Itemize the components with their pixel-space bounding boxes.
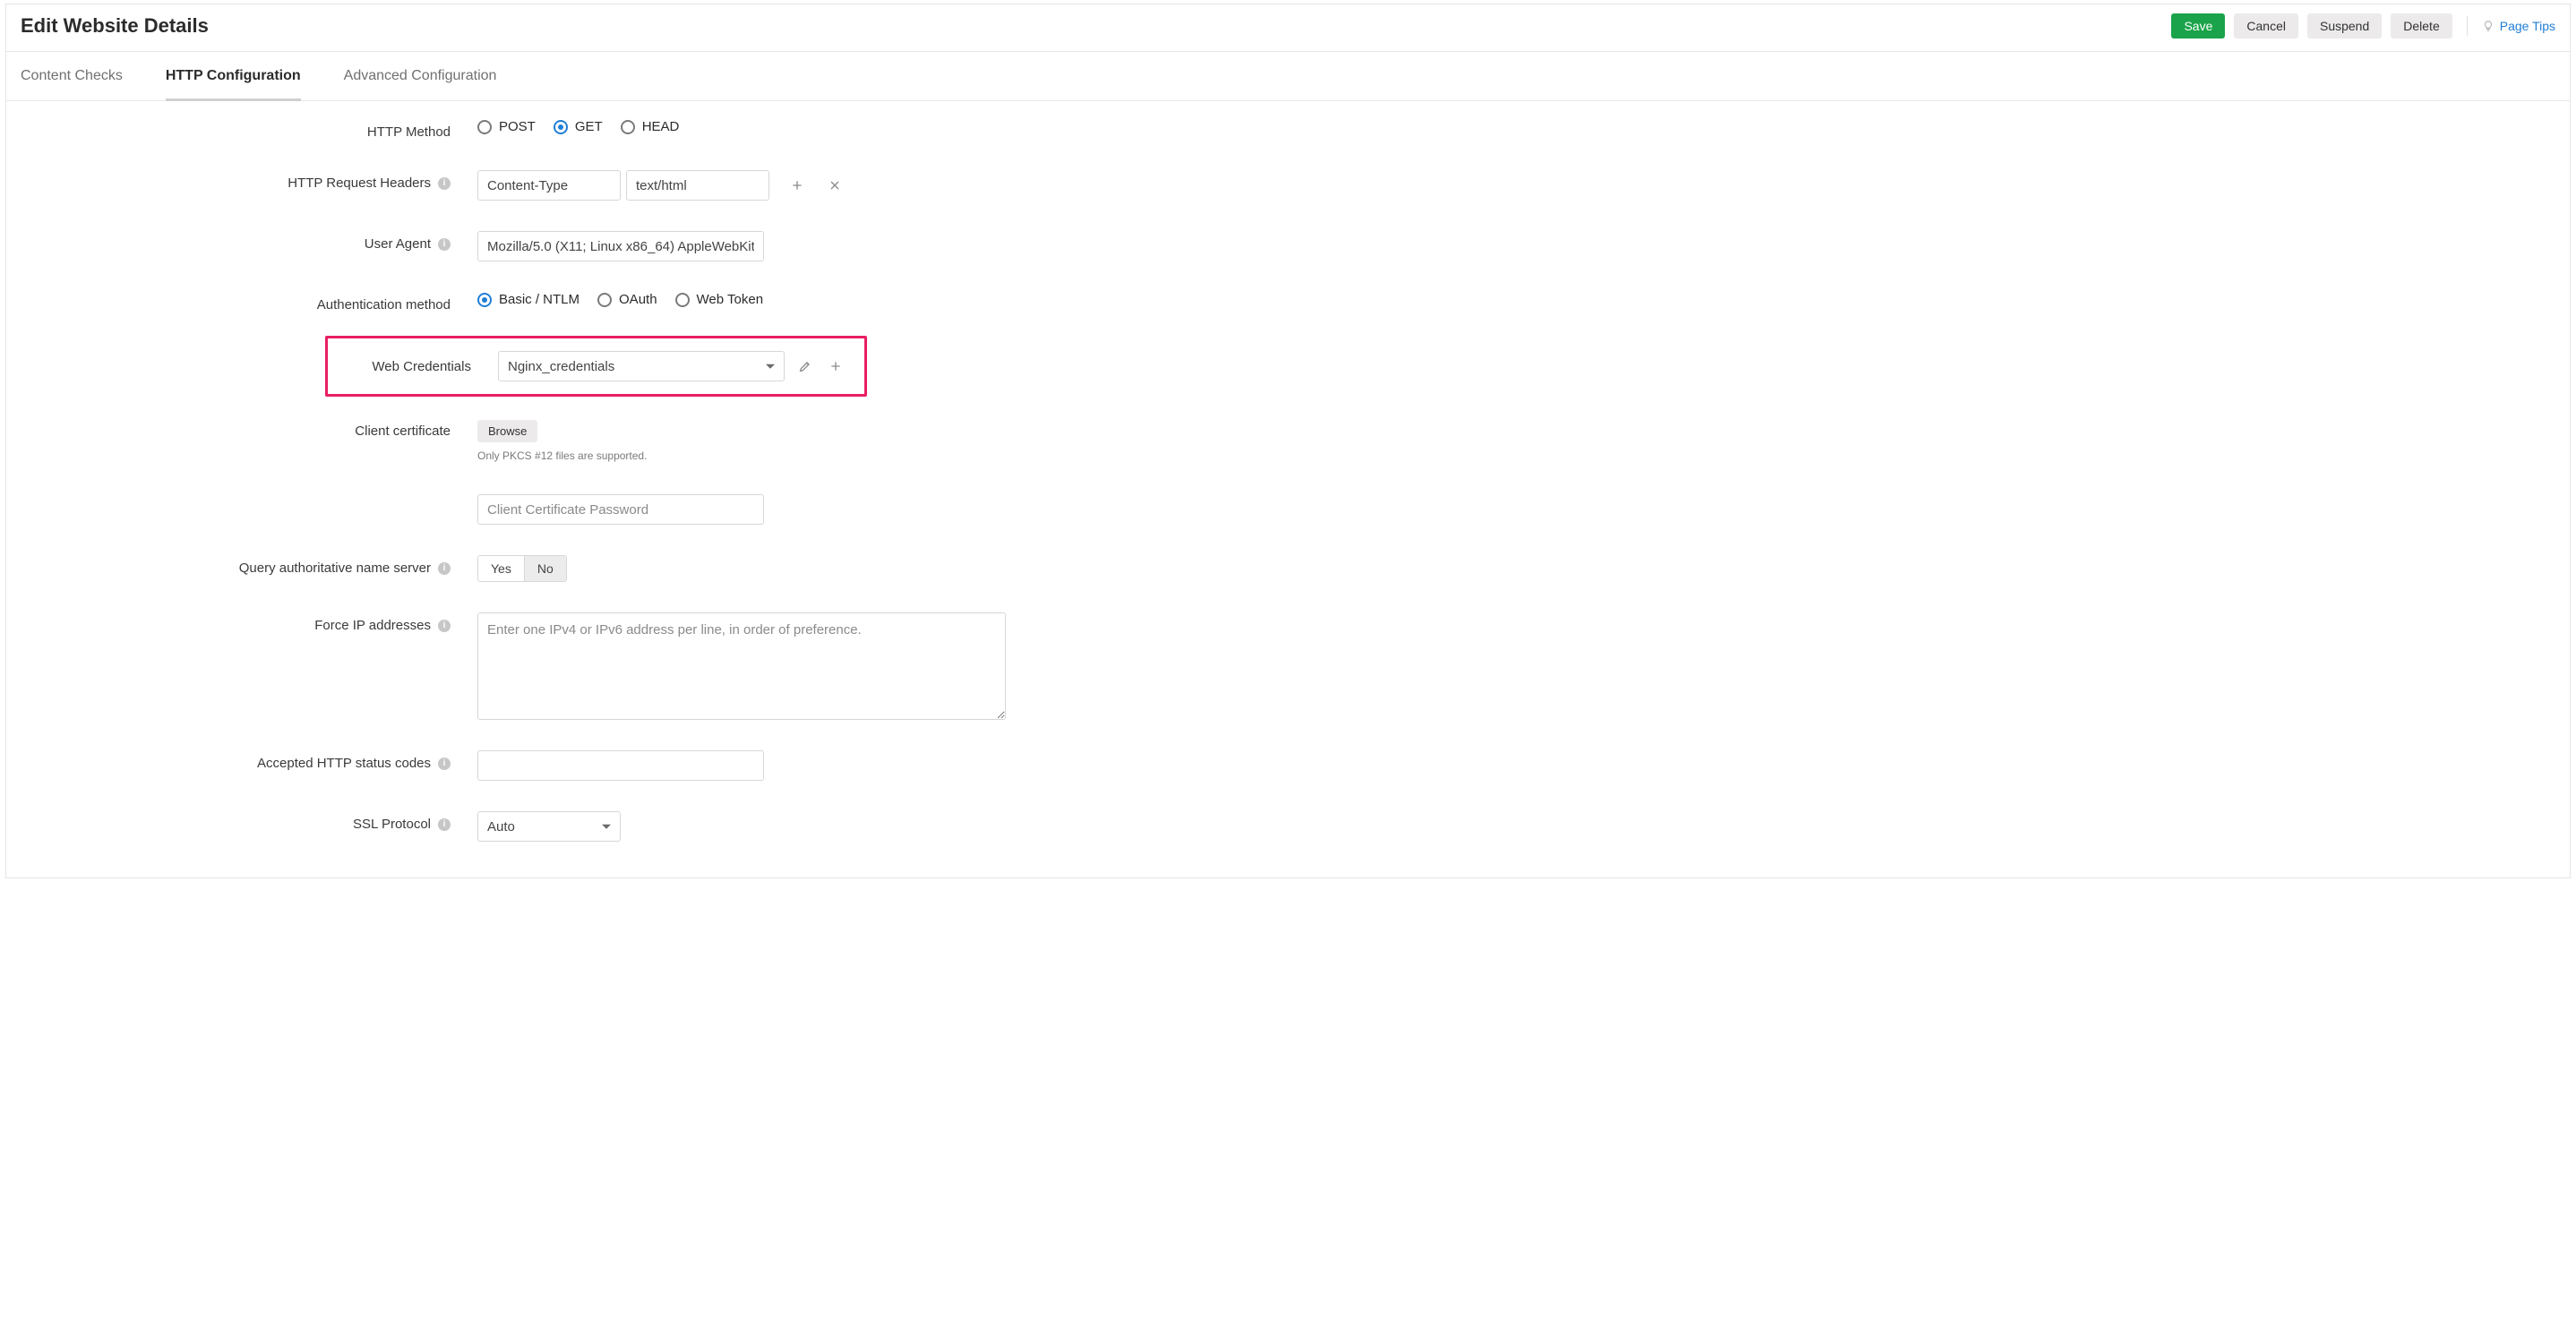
radio-label: POST [499,119,536,134]
radio-label: OAuth [619,292,657,307]
user-agent-label: User Agent [365,236,431,252]
page-frame: Edit Website Details Save Cancel Suspend… [5,4,2571,878]
info-icon: i [438,238,451,251]
radio-icon [621,120,635,134]
auth-webtoken[interactable]: Web Token [675,292,764,307]
info-icon: i [438,562,451,575]
plus-icon [790,178,804,193]
client-cert-label: Client certificate [355,424,451,439]
plus-icon [829,359,843,373]
add-credentials-button[interactable] [826,356,846,376]
cancel-button[interactable]: Cancel [2234,13,2298,39]
tab-content-checks[interactable]: Content Checks [21,57,123,100]
page-header: Edit Website Details Save Cancel Suspend… [6,4,2570,52]
client-cert-password-input[interactable] [477,494,764,525]
suspend-button[interactable]: Suspend [2307,13,2382,39]
web-credentials-label: Web Credentials [372,359,471,374]
force-ip-textarea[interactable] [477,612,1006,720]
row-web-credentials: Web Credentials Nginx_credentials [21,336,2555,397]
page-tips-link[interactable]: Page Tips [2482,19,2555,33]
lightbulb-icon [2482,20,2494,32]
radio-label: Web Token [697,292,764,307]
radio-icon [554,120,568,134]
http-method-head[interactable]: HEAD [621,119,680,134]
page-title: Edit Website Details [21,14,209,38]
save-button[interactable]: Save [2171,13,2225,39]
auth-basic[interactable]: Basic / NTLM [477,292,580,307]
client-cert-hint: Only PKCS #12 files are supported. [477,449,647,462]
radio-icon [477,120,492,134]
form-area: HTTP Method POST GET HEAD [6,101,2570,877]
web-credentials-value: Nginx_credentials [508,359,614,374]
radio-icon [597,293,612,307]
row-accepted-codes: Accepted HTTP status codes i [21,750,2555,781]
browse-button[interactable]: Browse [477,420,537,442]
header-value-input[interactable] [626,170,769,201]
pencil-icon [798,359,812,373]
auth-oauth[interactable]: OAuth [597,292,657,307]
radio-icon [477,293,492,307]
caret-down-icon [766,364,775,369]
info-icon: i [438,177,451,190]
radio-label: HEAD [642,119,680,134]
close-icon [828,178,842,193]
row-user-agent: User Agent i [21,231,2555,261]
http-method-label: HTTP Method [367,124,451,140]
row-http-method: HTTP Method POST GET HEAD [21,119,2555,140]
delete-button[interactable]: Delete [2391,13,2451,39]
accepted-codes-label: Accepted HTTP status codes [257,756,431,771]
tab-bar: Content Checks HTTP Configuration Advanc… [6,57,2570,101]
tab-advanced-configuration[interactable]: Advanced Configuration [344,57,497,100]
query-auth-ns-label: Query authoritative name server [239,561,431,576]
web-credentials-select[interactable]: Nginx_credentials [498,351,785,381]
tab-http-configuration[interactable]: HTTP Configuration [166,57,301,101]
info-icon: i [438,757,451,770]
row-ssl-protocol: SSL Protocol i Auto [21,811,2555,842]
force-ip-label: Force IP addresses [314,618,431,633]
ssl-protocol-value: Auto [487,819,515,834]
remove-header-button[interactable] [825,175,845,195]
row-force-ip: Force IP addresses i [21,612,2555,720]
user-agent-input[interactable] [477,231,764,261]
request-headers-label: HTTP Request Headers [288,175,431,191]
caret-down-icon [602,825,611,829]
header-actions: Save Cancel Suspend Delete Page Tips [2171,13,2555,39]
radio-label: Basic / NTLM [499,292,580,307]
http-method-get[interactable]: GET [554,119,603,134]
radio-label: GET [575,119,603,134]
add-header-button[interactable] [787,175,807,195]
row-auth-method: Authentication method Basic / NTLM OAuth… [21,292,2555,312]
http-method-post[interactable]: POST [477,119,536,134]
row-query-auth-ns: Query authoritative name server i Yes No [21,555,2555,582]
row-request-headers: HTTP Request Headers i [21,170,2555,201]
ssl-protocol-label: SSL Protocol [353,817,431,832]
accepted-codes-input[interactable] [477,750,764,781]
page-tips-label: Page Tips [2500,19,2555,33]
header-key-input[interactable] [477,170,621,201]
radio-icon [675,293,690,307]
edit-credentials-button[interactable] [795,356,815,376]
info-icon: i [438,620,451,632]
info-icon: i [438,818,451,831]
ssl-protocol-select[interactable]: Auto [477,811,621,842]
web-credentials-highlight: Web Credentials Nginx_credentials [325,336,867,397]
toggle-yes[interactable]: Yes [478,556,524,581]
toggle-no[interactable]: No [524,556,566,581]
auth-method-label: Authentication method [317,297,451,312]
query-auth-ns-toggle: Yes No [477,555,567,582]
divider [2467,16,2468,36]
row-client-certificate: Client certificate Browse Only PKCS #12 … [21,420,2555,525]
